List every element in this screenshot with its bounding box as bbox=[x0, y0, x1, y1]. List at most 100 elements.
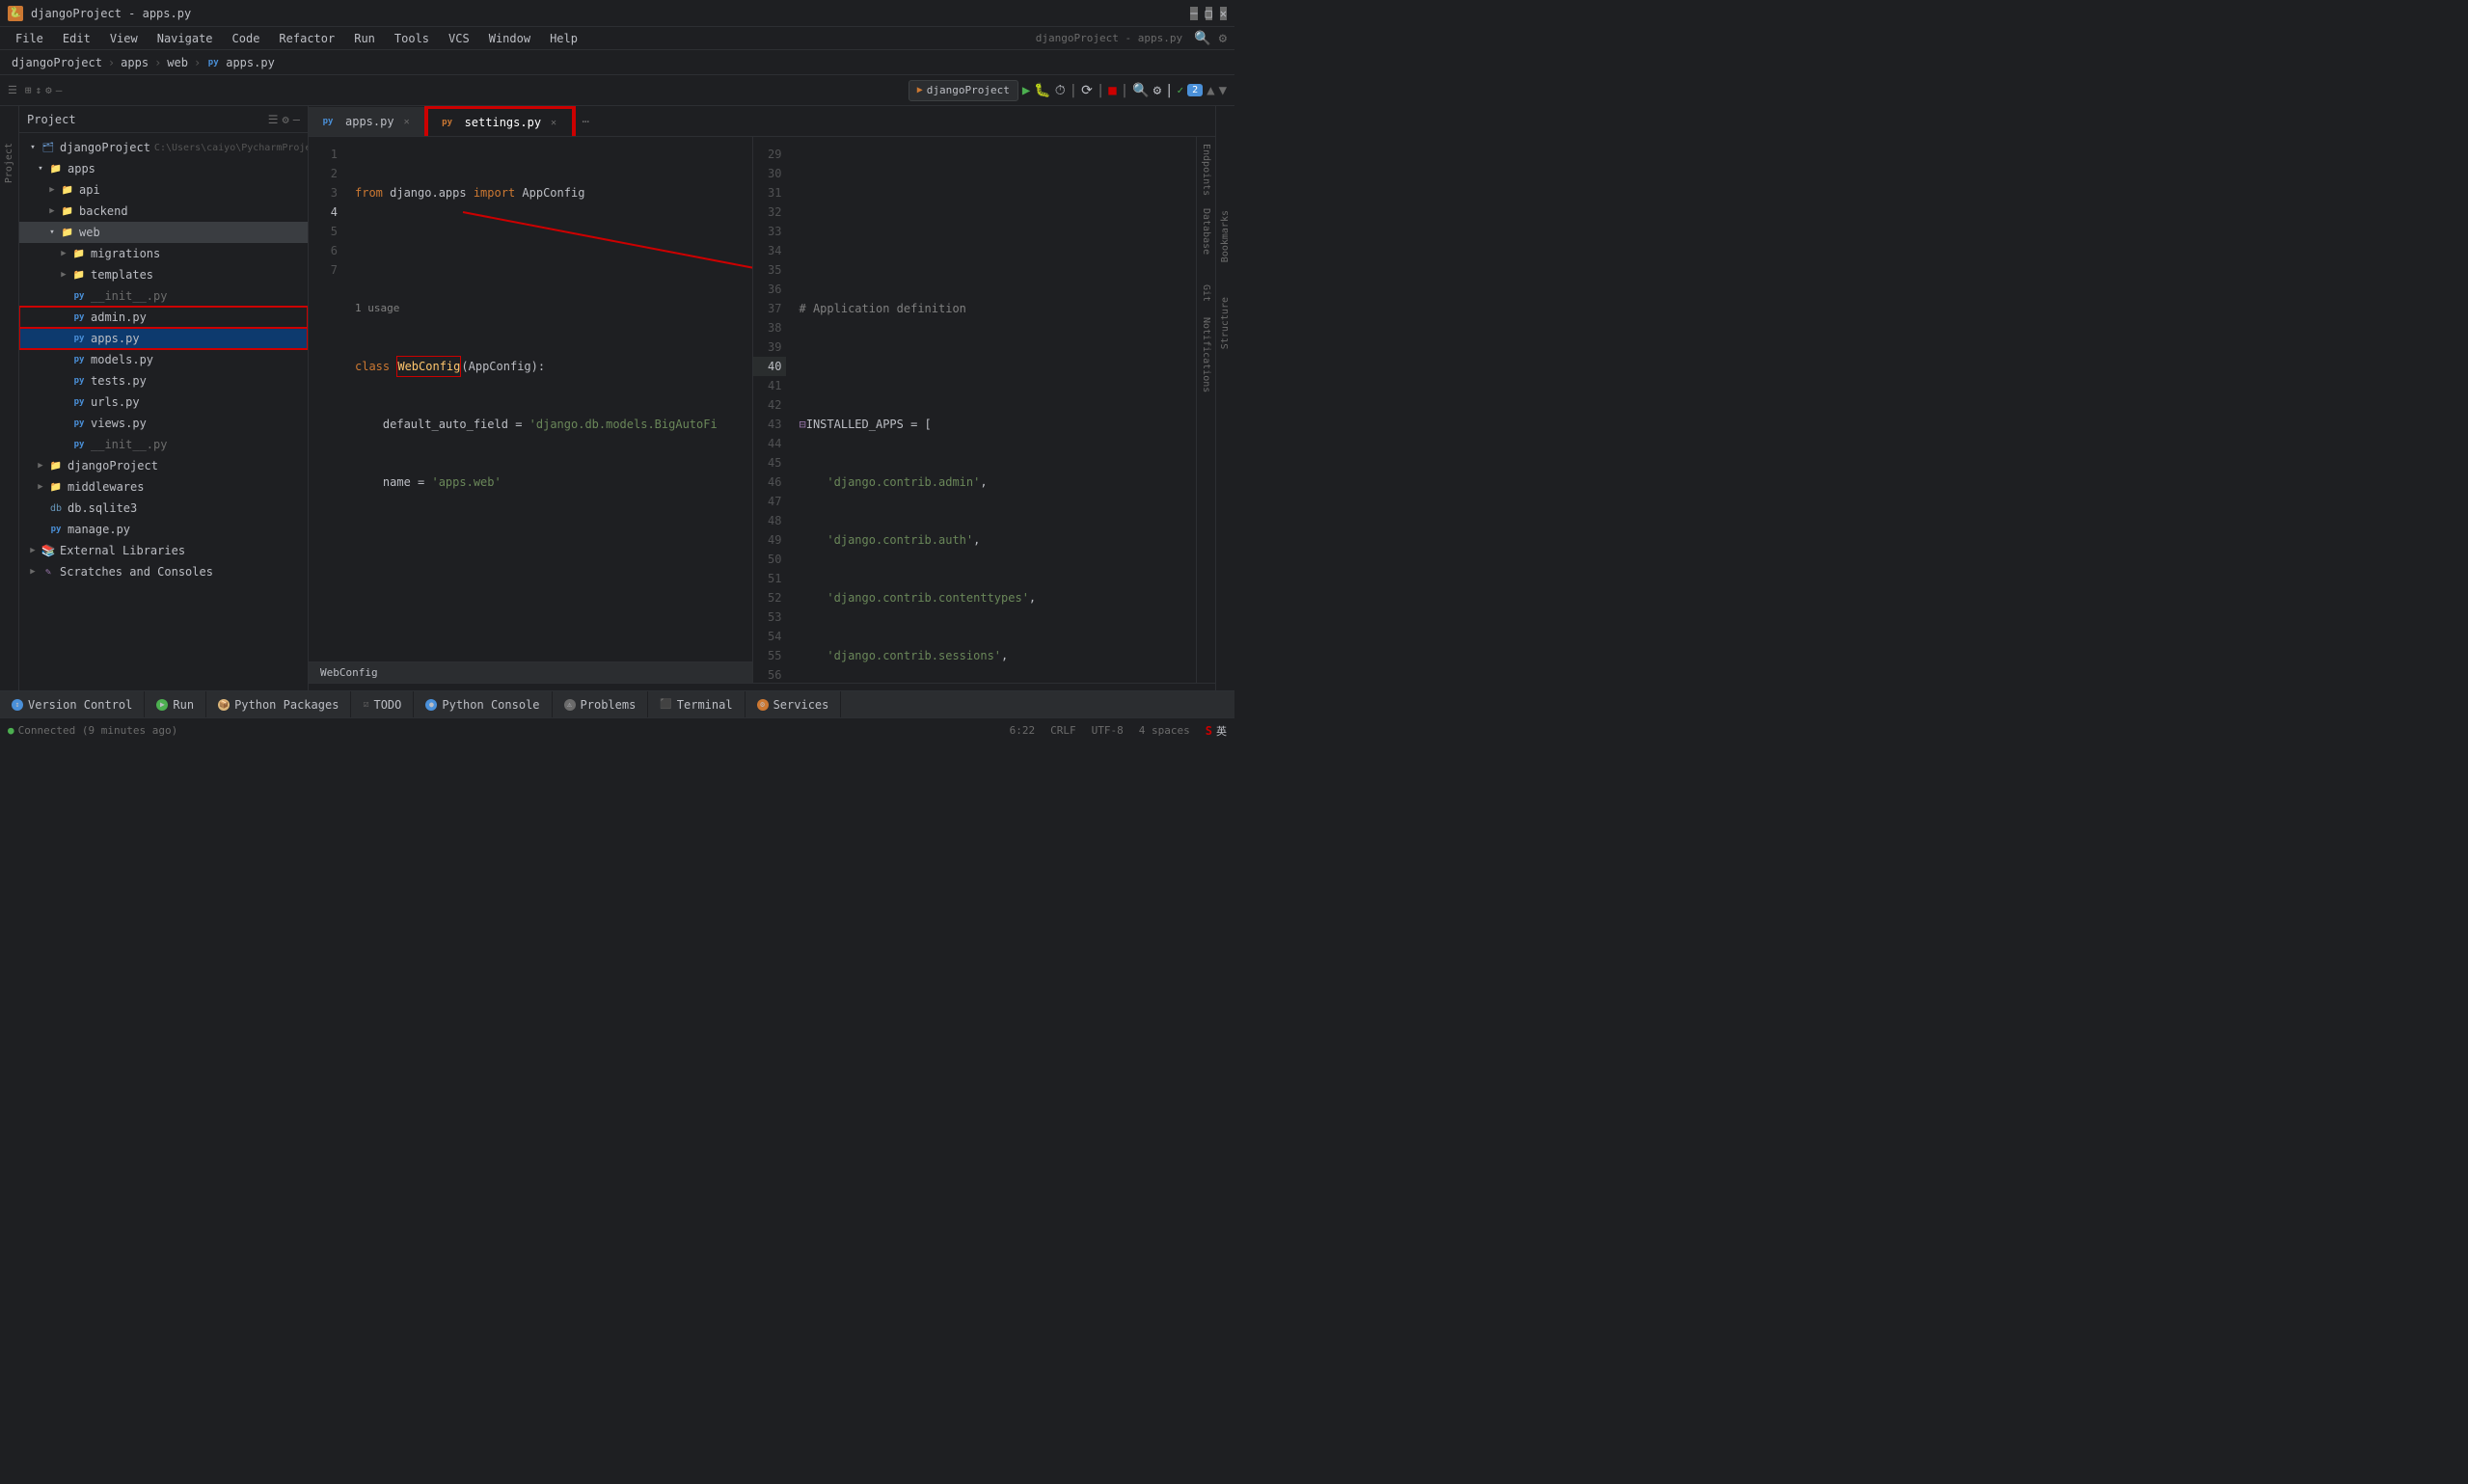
tree-item-testspy[interactable]: ▶ py tests.py bbox=[19, 370, 308, 391]
code-content-right[interactable]: # Application definition ⊟ INSTALLED_APP… bbox=[792, 137, 1197, 683]
tree-label: backend bbox=[79, 204, 128, 218]
settings-icon[interactable]: ⚙ bbox=[1219, 31, 1227, 46]
settings-main[interactable]: ⚙ bbox=[1153, 83, 1161, 98]
menu-navigate[interactable]: Navigate bbox=[149, 30, 221, 47]
bottom-tab-problems[interactable]: ⚠ Problems bbox=[553, 691, 649, 718]
bottom-tab-version-control[interactable]: ↕ Version Control bbox=[0, 691, 145, 718]
bottom-tab-todo[interactable]: ☑ TODO bbox=[351, 691, 414, 718]
menu-vcs[interactable]: VCS bbox=[441, 30, 477, 47]
tab-close-appspy[interactable]: ✕ bbox=[400, 115, 414, 128]
maximize-button[interactable]: □ bbox=[1206, 7, 1212, 20]
sidebar-collapse-all[interactable]: ☰ bbox=[268, 113, 279, 126]
tree-item-migrations[interactable]: ▶ 📁 migrations bbox=[19, 243, 308, 264]
tree-item-external-libs[interactable]: ▶ 📚 External Libraries bbox=[19, 540, 308, 561]
stop-button[interactable]: ■ bbox=[1108, 83, 1116, 98]
tree-arrow: ▾ bbox=[46, 227, 58, 238]
bottom-tab-terminal[interactable]: ⬛ Terminal bbox=[648, 691, 745, 718]
expand-icon[interactable]: ▲ bbox=[1207, 83, 1214, 98]
menu-window[interactable]: Window bbox=[481, 30, 538, 47]
breadcrumb-sep2: › bbox=[154, 56, 161, 69]
minimize-button[interactable]: ─ bbox=[1190, 7, 1197, 20]
tree-label: db.sqlite3 bbox=[68, 501, 137, 515]
menu-run[interactable]: Run bbox=[346, 30, 383, 47]
bottom-tab-python-console[interactable]: ● Python Console bbox=[414, 691, 552, 718]
tree-item-backend[interactable]: ▶ 📁 backend bbox=[19, 201, 308, 222]
code-area-right[interactable]: 29 30 31 32 33 34 35 36 37 38 39 bbox=[753, 137, 1197, 683]
tree-item-djangoproject[interactable]: ▾ 🗂 djangoProject C:\Users\caiyo\Pycharm… bbox=[19, 137, 308, 158]
tree-item-middlewares[interactable]: ▶ 📁 middlewares bbox=[19, 476, 308, 498]
tree-item-viewspy[interactable]: ▶ py views.py bbox=[19, 413, 308, 434]
panel-notifications[interactable]: Notifications bbox=[1198, 326, 1215, 384]
panel-endpoints[interactable]: Endpoints bbox=[1198, 141, 1215, 199]
tree-item-adminpy[interactable]: ▶ py admin.py bbox=[19, 307, 308, 328]
menu-edit[interactable]: Edit bbox=[55, 30, 98, 47]
scrollbar-area bbox=[309, 683, 1215, 690]
close-button[interactable]: ✕ bbox=[1220, 7, 1227, 20]
status-linesep[interactable]: CRLF bbox=[1050, 724, 1076, 737]
breadcrumb-project[interactable]: djangoProject bbox=[12, 56, 102, 69]
breadcrumb-file[interactable]: apps.py bbox=[226, 56, 275, 69]
menu-refactor[interactable]: Refactor bbox=[271, 30, 342, 47]
tree-item-managepy[interactable]: ▶ py manage.py bbox=[19, 519, 308, 540]
bottom-tab-run[interactable]: ▶ Run bbox=[145, 691, 206, 718]
r-line-30 bbox=[800, 241, 1197, 260]
status-indent[interactable]: 4 spaces bbox=[1139, 724, 1190, 737]
sqlite-icon: db bbox=[48, 500, 64, 516]
status-position[interactable]: 6:22 bbox=[1010, 724, 1036, 737]
vcs-update[interactable]: ⟳ bbox=[1081, 83, 1093, 98]
run-config-label: djangoProject bbox=[927, 84, 1010, 96]
tab-appspy[interactable]: py apps.py ✕ bbox=[309, 107, 426, 136]
code-line-3: 1 usage bbox=[355, 299, 752, 318]
run-button[interactable]: ▶ bbox=[1022, 83, 1030, 98]
search-icon[interactable]: 🔍 bbox=[1194, 31, 1210, 46]
tree-arrow: ▾ bbox=[35, 163, 46, 175]
tree-item-modelspy[interactable]: ▶ py models.py bbox=[19, 349, 308, 370]
search-everywhere[interactable]: 🔍 bbox=[1132, 83, 1149, 98]
py-icon: py bbox=[71, 331, 87, 346]
vtab-bookmarks[interactable]: Bookmarks bbox=[1218, 202, 1233, 270]
panel-git[interactable]: Git bbox=[1198, 264, 1215, 322]
tree-item-sqlite[interactable]: ▶ db db.sqlite3 bbox=[19, 498, 308, 519]
menu-tools[interactable]: Tools bbox=[387, 30, 437, 47]
bottom-tab-services[interactable]: ⚙ Services bbox=[746, 691, 842, 718]
sidebar-close[interactable]: — bbox=[293, 113, 300, 126]
tree-item-init1[interactable]: ▶ py __init__.py bbox=[19, 285, 308, 307]
toolbar-icon2: ⊞ bbox=[25, 84, 32, 96]
tree-item-appspy[interactable]: ▶ py apps.py bbox=[19, 328, 308, 349]
run-config-btn[interactable]: ▶ djangoProject bbox=[909, 80, 1018, 101]
tree-item-scratches[interactable]: ▶ ✎ Scratches and Consoles bbox=[19, 561, 308, 582]
code-content-left[interactable]: from django.apps import AppConfig 1 usag… bbox=[347, 137, 752, 661]
debug-button[interactable]: 🐛 bbox=[1034, 83, 1050, 98]
panel-database[interactable]: Database bbox=[1198, 202, 1215, 260]
code-area-left[interactable]: 1 2 3 4 5 6 7 from d bbox=[309, 137, 752, 661]
position-label: 6:22 bbox=[1010, 724, 1036, 737]
breadcrumb-web[interactable]: web bbox=[167, 56, 188, 69]
bottom-tab-python-packages[interactable]: 📦 Python Packages bbox=[206, 691, 351, 718]
tree-item-templates[interactable]: ▶ 📁 templates bbox=[19, 264, 308, 285]
editor-pane-left: 1 2 3 4 5 6 7 from d bbox=[309, 137, 753, 683]
profile-button[interactable]: ⏱ bbox=[1055, 83, 1066, 98]
tree-label: __init__.py bbox=[91, 438, 167, 451]
breadcrumb-apps[interactable]: apps bbox=[121, 56, 149, 69]
menu-file[interactable]: File bbox=[8, 30, 51, 47]
tree-item-web[interactable]: ▾ 📁 web bbox=[19, 222, 308, 243]
menu-view[interactable]: View bbox=[102, 30, 146, 47]
tree-label: middlewares bbox=[68, 480, 144, 494]
tab-close-settingspy[interactable]: ✕ bbox=[547, 116, 560, 129]
collapse-icon[interactable]: ▼ bbox=[1219, 83, 1227, 98]
code-line-7 bbox=[355, 530, 752, 550]
tabs-overflow[interactable]: ⋯ bbox=[574, 107, 597, 136]
menu-help[interactable]: Help bbox=[542, 30, 585, 47]
tree-item-urlspy[interactable]: ▶ py urls.py bbox=[19, 391, 308, 413]
tree-item-api[interactable]: ▶ 📁 api bbox=[19, 179, 308, 201]
vtab-structure[interactable]: Structure bbox=[1218, 289, 1233, 357]
tree-item-djangoproject2[interactable]: ▶ 📁 djangoProject bbox=[19, 455, 308, 476]
toolbar-icon5: — bbox=[56, 84, 63, 96]
tree-item-apps[interactable]: ▾ 📁 apps bbox=[19, 158, 308, 179]
menu-code[interactable]: Code bbox=[225, 30, 268, 47]
tab-settingspy[interactable]: py settings.py ✕ bbox=[426, 107, 574, 136]
vtab-project[interactable]: Project bbox=[2, 135, 16, 191]
sidebar-settings[interactable]: ⚙ bbox=[283, 113, 289, 126]
status-encoding[interactable]: UTF-8 bbox=[1092, 724, 1124, 737]
tree-item-init2[interactable]: ▶ py __init__.py bbox=[19, 434, 308, 455]
